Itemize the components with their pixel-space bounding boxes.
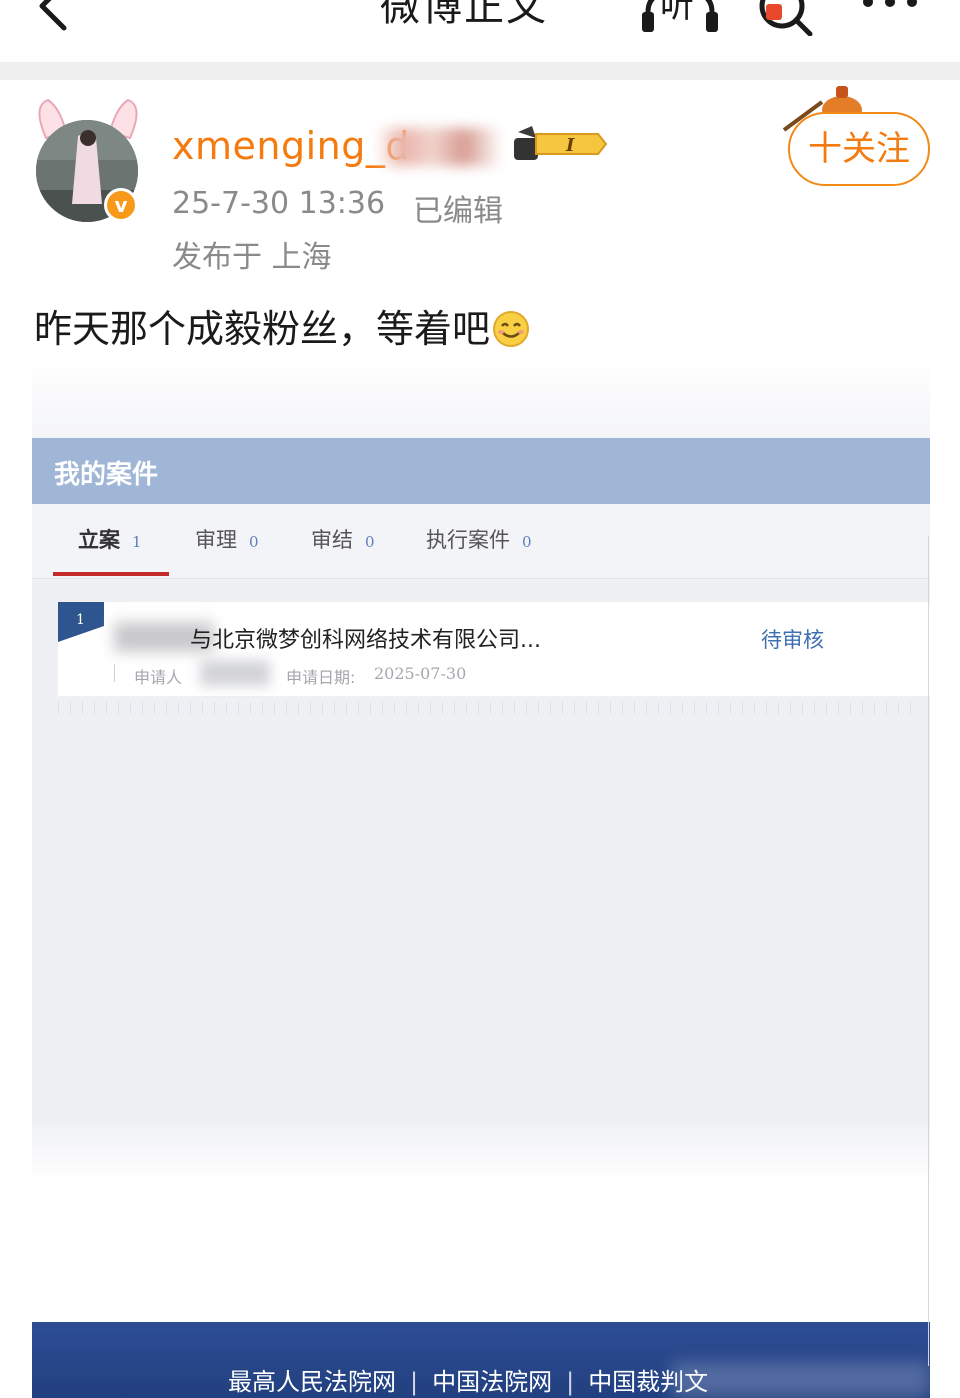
case-tabs: 立案 1 审理 0 审结 0 执行案件 0 (32, 504, 930, 579)
tab-count: 0 (365, 533, 375, 551)
smile-emoji-icon (493, 311, 530, 347)
post-location: 发布于 上海 (172, 240, 332, 275)
username-redaction (376, 128, 502, 166)
listen-label: 听 (660, 0, 694, 26)
edited-label[interactable]: 已编辑 (413, 186, 503, 230)
username[interactable]: xmenging_d (172, 124, 410, 168)
dotted-separator (58, 702, 918, 714)
tab-execution: 执行案件 0 (426, 524, 532, 558)
footer-link: 最高人民法院网 (228, 1368, 396, 1396)
footer-link: 中国法院网 (432, 1368, 553, 1396)
case-panel-header: 我的案件 (32, 438, 930, 504)
case-status: 待审核 (761, 628, 824, 652)
tab-filed: 立案 1 (78, 524, 142, 558)
case-panel-body: 立案 1 审理 0 审结 0 执行案件 0 1 与北京微梦创科网络技术有限公司... 待… (32, 504, 930, 1124)
image-edge-line (928, 536, 929, 1366)
watermark-blur (672, 1362, 930, 1398)
footer-links: 最高人民法院网 | 中国法院网 | 中国裁判文 (228, 1362, 708, 1397)
date-label: 申请日期: (286, 668, 356, 687)
post-content: 昨天那个成毅粉丝，等着吧 (34, 298, 530, 353)
case-index-badge: 1 (58, 602, 104, 642)
post-text: 昨天那个成毅粉丝，等着吧 (34, 307, 491, 351)
tab-concluded: 审结 0 (311, 524, 375, 558)
verified-badge-icon: v (104, 188, 138, 222)
active-tab-indicator (53, 572, 169, 576)
post-timestamp: 25-7-30 13:36 (172, 186, 386, 221)
follow-button[interactable]: 十关注 (788, 112, 930, 186)
tab-label: 执行案件 (426, 528, 510, 552)
vip-level-label: I (565, 135, 575, 156)
footer-separator: | (410, 1368, 419, 1396)
more-button[interactable] (858, 0, 922, 16)
applicant-redaction (200, 660, 270, 686)
tab-label: 审结 (311, 528, 353, 552)
more-dots-icon (863, 0, 917, 7)
tab-count: 1 (132, 533, 142, 551)
page-title: 微博正文 (380, 0, 548, 30)
search-button[interactable] (756, 0, 816, 37)
back-button[interactable] (30, 0, 78, 34)
date-value: 2025-07-30 (374, 664, 467, 683)
listen-button[interactable]: 听 (640, 0, 720, 34)
footer-separator: | (566, 1368, 575, 1396)
chevron-left-icon (39, 0, 67, 31)
attached-image[interactable]: 我的案件 立案 1 审理 0 审结 0 执行案件 0 1 与北京微梦创科网络技术有限公司… (32, 356, 930, 1398)
tab-trial: 审理 0 (195, 524, 259, 558)
image-lower-area (32, 1124, 930, 1322)
case-name: 与北京微梦创科网络技术有限公司... (190, 628, 541, 653)
case-panel-title: 我的案件 (54, 460, 159, 490)
search-icon (759, 0, 813, 37)
tab-count: 0 (249, 533, 259, 551)
tab-count: 0 (522, 533, 532, 551)
vip-level-badge: I (512, 124, 608, 164)
court-footer: 最高人民法院网 | 中国法院网 | 中国裁判文 (32, 1322, 930, 1398)
image-top-fade (32, 356, 930, 438)
applicant-label: 申请人 (134, 668, 183, 687)
tab-label: 立案 (78, 528, 120, 552)
case-list-item: 1 与北京微梦创科网络技术有限公司... 待审核 申请人 申请日期: 2025-… (58, 602, 930, 696)
meta-divider (114, 664, 115, 682)
section-divider (0, 62, 960, 80)
top-nav-bar: 微博正文 听 (0, 0, 960, 62)
tab-label: 审理 (195, 528, 237, 552)
